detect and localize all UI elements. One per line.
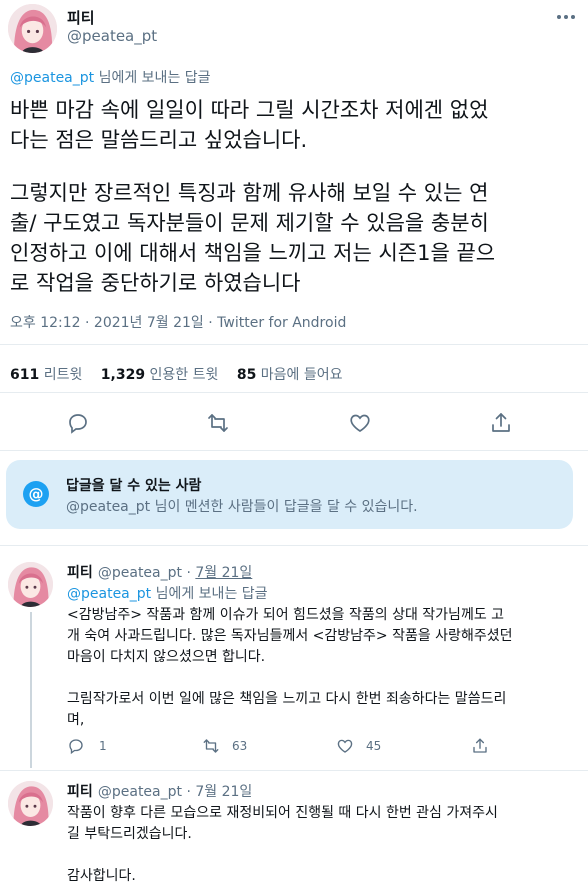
replying-to: @peatea_pt 님에게 보내는 답글 [67,583,268,603]
retweets-label[interactable]: 리트윗 [44,367,83,383]
avatar[interactable] [8,562,53,607]
who-can-reply-title: 답글을 달 수 있는 사람 [66,478,202,494]
retweets-count[interactable]: 611 [10,367,39,383]
reply-icon [69,739,83,755]
reply-button[interactable]: 1 [67,737,107,755]
like-count: 45 [366,739,382,753]
reply-author-name[interactable]: 피티 [67,565,93,581]
reply-header: 피티 @peatea_pt · 7월 21일 [67,781,252,801]
author-handle[interactable]: @peatea_pt [67,27,157,45]
reply-date[interactable]: 7월 21일 [195,784,252,800]
avatar[interactable] [8,4,57,53]
divider [0,450,588,451]
like-button[interactable]: 45 [336,737,381,755]
replying-to-handle[interactable]: @peatea_pt [10,70,94,86]
share-icon [473,738,487,753]
replying-to-handle[interactable]: @peatea_pt [67,586,151,602]
reply-separator: · [182,565,196,581]
share-icon[interactable] [489,411,513,435]
quotes-label[interactable]: 인용한 트윗 [150,367,219,383]
avatar[interactable] [8,781,53,826]
retweet-icon[interactable] [206,411,230,435]
retweet-count: 63 [232,739,248,753]
tweet-meta[interactable]: 오후 12:12 · 2021년 7월 21일 · Twitter for An… [10,312,346,332]
retweet-button[interactable]: 63 [202,737,247,755]
tweet-stats: 611 리트윗 1,329 인용한 트윗 85 마음에 들어요 [10,364,357,384]
reply-separator: · [182,784,196,800]
tweet-text-paragraph-1: 바쁜 마감 속에 일일이 따라 그릴 시간조차 저에겐 없었 다는 점은 말씀드… [10,98,489,152]
at-sign-icon: @ [23,481,49,507]
replying-to-suffix: 님에게 보내는 답글 [151,586,268,602]
divider [0,392,588,393]
divider [0,770,588,771]
author-name[interactable]: 피티 [67,7,95,28]
like-icon [337,739,353,753]
reply-text: <감방남주> 작품과 함께 이슈가 되어 힘드셨을 작품의 상대 작가님께도 고… [67,607,513,728]
reply-author-name[interactable]: 피티 [67,784,93,800]
divider [0,344,588,345]
replying-to: @peatea_pt 님에게 보내는 답글 [10,67,211,87]
reply-author-handle[interactable]: @peatea_pt [98,784,182,800]
replying-to-suffix: 님에게 보내는 답글 [94,70,211,86]
who-can-reply-box: @ 답글을 달 수 있는 사람 @peatea_pt 님이 멘션한 사람들이 답… [6,460,573,529]
reply-author-handle[interactable]: @peatea_pt [98,565,182,581]
reply-icon[interactable] [66,411,90,435]
who-can-reply-subtitle: @peatea_pt 님이 멘션한 사람들이 답글을 달 수 있습니다. [66,499,418,515]
tweet-text-paragraph-2: 그렇지만 장르적인 특징과 함께 유사해 보일 수 있는 연 출/ 구도였고 독… [10,181,496,295]
thread-line [30,612,32,768]
reply-count: 1 [99,739,107,753]
like-icon[interactable] [348,411,372,435]
reply-header: 피티 @peatea_pt · 7월 21일 [67,562,252,582]
reply-date[interactable]: 7월 21일 [195,565,252,581]
quotes-count[interactable]: 1,329 [101,367,145,383]
more-icon[interactable] [556,5,576,24]
retweet-icon [203,739,219,753]
reply-text: 작품이 향후 다른 모습으로 재정비되어 진행될 때 다시 한번 관심 가져주시… [67,805,498,884]
share-button[interactable] [471,737,489,755]
likes-count[interactable]: 85 [237,367,256,383]
divider [0,545,588,546]
likes-label[interactable]: 마음에 들어요 [261,367,343,383]
